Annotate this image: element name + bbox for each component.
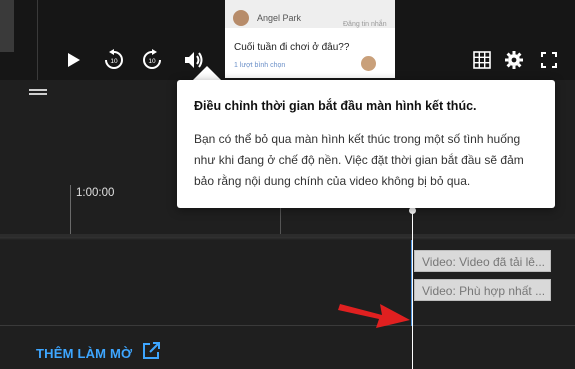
- rewind-10-icon[interactable]: 10: [102, 48, 126, 72]
- preview-channel-name: Angel Park: [257, 13, 302, 23]
- svg-text:10: 10: [148, 58, 156, 65]
- avatar: [361, 56, 376, 71]
- timeline-tick: [70, 185, 71, 237]
- grid-icon[interactable]: [472, 50, 492, 70]
- info-tooltip: Điều chỉnh thời gian bắt đầu màn hình kế…: [177, 80, 555, 208]
- gear-icon[interactable]: [503, 49, 525, 71]
- add-blur-button[interactable]: THÊM LÀM MỜ: [36, 342, 161, 365]
- preview-question: Cuối tuần đi chơi ở đâu??: [234, 42, 350, 53]
- timeline-track-shadow: [0, 237, 575, 240]
- preview-chip: Đăng tin nhắn: [343, 21, 387, 28]
- player-divider: [37, 0, 38, 80]
- fullscreen-icon[interactable]: [539, 50, 559, 70]
- avatar: [233, 10, 249, 26]
- tooltip-title: Điều chỉnh thời gian bắt đầu màn hình kế…: [194, 99, 477, 113]
- timeline-time-label: 1:00:00: [76, 187, 115, 199]
- preview-footer: 1 lượt bình chọn: [234, 62, 286, 69]
- play-icon[interactable]: [64, 50, 84, 70]
- playhead-line[interactable]: [412, 211, 413, 369]
- annotation-arrow-icon: [338, 296, 412, 337]
- forward-10-icon[interactable]: 10: [140, 48, 164, 72]
- timeline-tick: [280, 207, 281, 237]
- tooltip-body: Bạn có thể bỏ qua màn hình kết thúc tron…: [194, 132, 524, 188]
- svg-text:10: 10: [110, 58, 118, 65]
- video-preview-card: Angel Park Đăng tin nhắn Cuối tuần đi ch…: [225, 0, 395, 78]
- tooltip-caret: [193, 66, 221, 80]
- playhead-handle[interactable]: [409, 207, 416, 214]
- open-external-icon: [142, 342, 161, 365]
- player-side-bar: [0, 0, 14, 52]
- menu-icon[interactable]: [29, 89, 47, 97]
- endscreen-element-video-2[interactable]: Video: Phù hợp nhất ...: [414, 279, 551, 301]
- endscreen-element-video-1[interactable]: Video: Video đã tải lê...: [414, 250, 551, 272]
- timeline-divider: [0, 325, 575, 326]
- add-blur-label: THÊM LÀM MỜ: [36, 346, 133, 361]
